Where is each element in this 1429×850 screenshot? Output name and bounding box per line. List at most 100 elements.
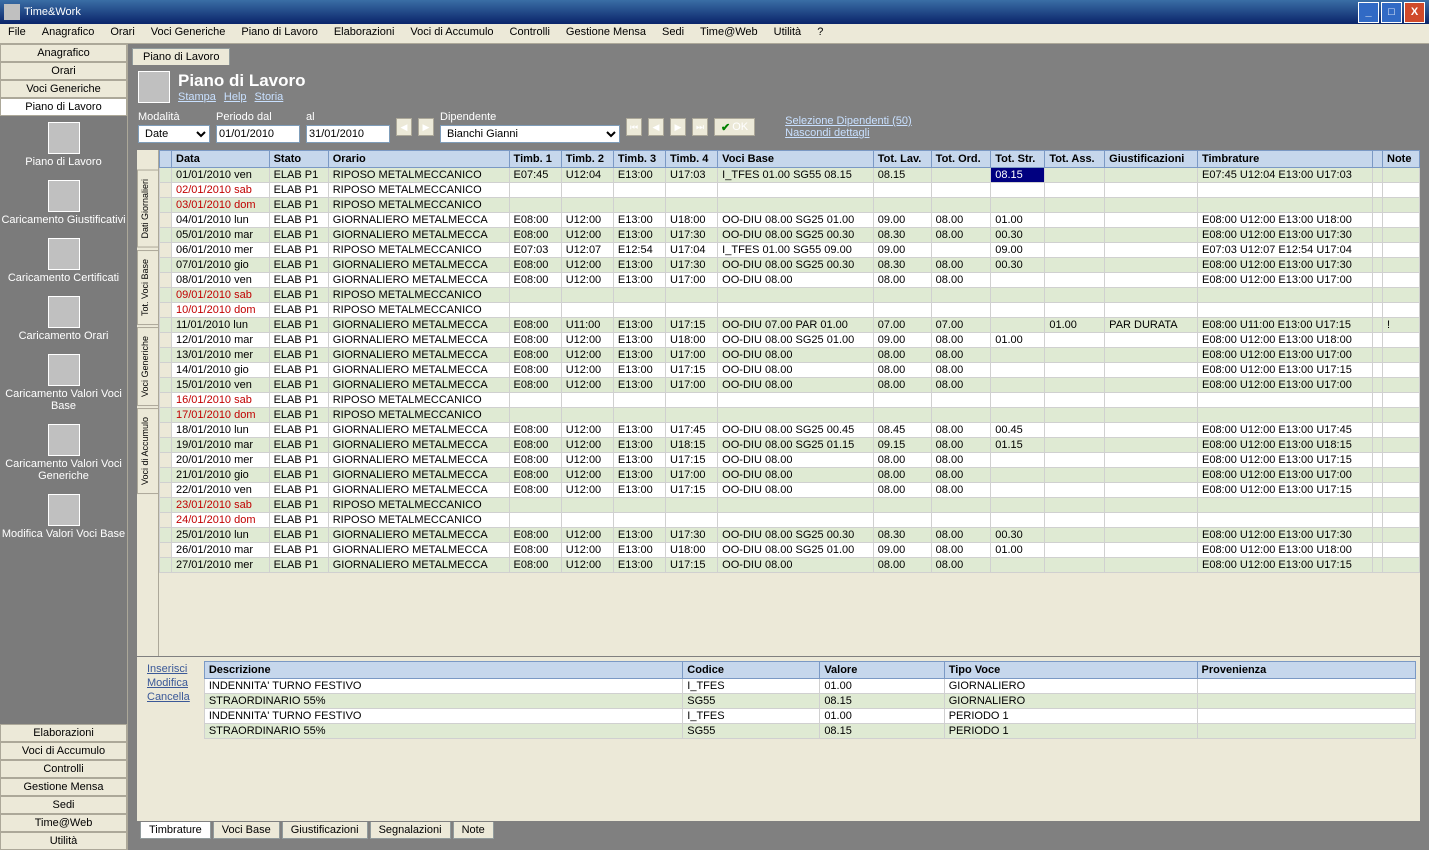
periodo-al-input[interactable] <box>306 125 390 143</box>
cell[interactable] <box>1197 303 1372 318</box>
cell[interactable] <box>718 393 874 408</box>
cell[interactable]: E08:00 <box>509 423 561 438</box>
cell[interactable] <box>1373 453 1383 468</box>
side-tab-tot-voci-base[interactable]: Tot. Voci Base <box>137 250 158 325</box>
cell[interactable]: 08.30 <box>873 258 931 273</box>
cell[interactable]: 01.00 <box>991 543 1045 558</box>
cell[interactable]: E08:00 U12:00 E13:00 U18:00 <box>1197 543 1372 558</box>
table-row[interactable]: 04/01/2010 lunELAB P1GIORNALIERO METALME… <box>160 213 1420 228</box>
cell[interactable]: 01.00 <box>1045 318 1105 333</box>
detail-cell[interactable]: 01.00 <box>820 679 944 694</box>
cell[interactable] <box>1045 183 1105 198</box>
cell[interactable]: PAR DURATA <box>1105 318 1198 333</box>
table-row[interactable]: 08/01/2010 venELAB P1GIORNALIERO METALME… <box>160 273 1420 288</box>
cell[interactable] <box>160 543 172 558</box>
cell[interactable]: 07.00 <box>873 318 931 333</box>
sidebar-item-controlli[interactable]: Controlli <box>0 760 127 778</box>
cell[interactable] <box>613 198 665 213</box>
cell[interactable]: 00.30 <box>991 228 1045 243</box>
col-header[interactable]: Data <box>172 151 270 168</box>
cell[interactable] <box>718 303 874 318</box>
cell[interactable]: E13:00 <box>613 363 665 378</box>
cell[interactable] <box>1383 438 1420 453</box>
cell[interactable] <box>1105 243 1198 258</box>
menu-voci-di-accumulo[interactable]: Voci di Accumulo <box>402 24 501 43</box>
cell[interactable]: 05/01/2010 mar <box>172 228 270 243</box>
cell[interactable] <box>991 468 1045 483</box>
side-tab-dati-giornalieri[interactable]: Dati Giornalieri <box>137 170 158 248</box>
cell[interactable] <box>613 303 665 318</box>
detail-row[interactable]: INDENNITA' TURNO FESTIVOI_TFES01.00GIORN… <box>204 679 1415 694</box>
col-header[interactable]: Timb. 1 <box>509 151 561 168</box>
cell[interactable] <box>1197 288 1372 303</box>
cell[interactable]: 08.45 <box>873 423 931 438</box>
menu-anagrafico[interactable]: Anagrafico <box>34 24 103 43</box>
menu-gestione-mensa[interactable]: Gestione Mensa <box>558 24 654 43</box>
cell[interactable]: RIPOSO METALMECCANICO <box>328 198 509 213</box>
cell[interactable] <box>1383 228 1420 243</box>
sidebar-item-sedi[interactable]: Sedi <box>0 796 127 814</box>
sidebar-item-gestione-mensa[interactable]: Gestione Mensa <box>0 778 127 796</box>
cell[interactable] <box>160 393 172 408</box>
cell[interactable]: ELAB P1 <box>269 483 328 498</box>
menu-orari[interactable]: Orari <box>102 24 142 43</box>
cell[interactable]: 01.15 <box>991 438 1045 453</box>
cell[interactable]: U17:00 <box>666 378 718 393</box>
cell[interactable]: 14/01/2010 gio <box>172 363 270 378</box>
cell[interactable] <box>1383 393 1420 408</box>
table-row[interactable]: 20/01/2010 merELAB P1GIORNALIERO METALME… <box>160 453 1420 468</box>
cell[interactable] <box>160 258 172 273</box>
cell[interactable] <box>160 528 172 543</box>
cell[interactable]: U12:00 <box>561 438 613 453</box>
cell[interactable]: 08.15 <box>873 168 931 183</box>
cell[interactable]: ELAB P1 <box>269 273 328 288</box>
cell[interactable] <box>160 348 172 363</box>
cell[interactable] <box>1045 228 1105 243</box>
cell[interactable]: E13:00 <box>613 438 665 453</box>
cell[interactable] <box>1197 408 1372 423</box>
prev-employee-button[interactable]: ◀ <box>648 118 664 136</box>
cell[interactable] <box>1197 393 1372 408</box>
cell[interactable] <box>1373 273 1383 288</box>
cell[interactable] <box>613 288 665 303</box>
page-link-stampa[interactable]: Stampa <box>178 91 216 103</box>
detail-cell[interactable]: SG55 <box>683 694 820 709</box>
cell[interactable]: 26/01/2010 mar <box>172 543 270 558</box>
cell[interactable] <box>1105 363 1198 378</box>
cell[interactable]: OO-DIU 08.00 <box>718 558 874 573</box>
cell[interactable]: E08:00 <box>509 363 561 378</box>
cell[interactable] <box>509 498 561 513</box>
cell[interactable] <box>991 498 1045 513</box>
cell[interactable]: ELAB P1 <box>269 393 328 408</box>
detail-col-header[interactable]: Provenienza <box>1197 662 1416 679</box>
cell[interactable]: 23/01/2010 sab <box>172 498 270 513</box>
cell[interactable] <box>991 408 1045 423</box>
menu--[interactable]: ? <box>809 24 831 43</box>
cell[interactable] <box>1373 408 1383 423</box>
cell[interactable] <box>1383 513 1420 528</box>
cell[interactable] <box>1105 528 1198 543</box>
cell[interactable] <box>931 243 991 258</box>
cell[interactable] <box>160 558 172 573</box>
dipendente-select[interactable]: Bianchi Gianni <box>440 125 620 143</box>
cell[interactable]: GIORNALIERO METALMECCA <box>328 453 509 468</box>
cell[interactable]: E13:00 <box>613 228 665 243</box>
cell[interactable] <box>991 453 1045 468</box>
col-header[interactable]: Stato <box>269 151 328 168</box>
cell[interactable]: U17:45 <box>666 423 718 438</box>
cell[interactable]: E13:00 <box>613 213 665 228</box>
cell[interactable]: OO-DIU 08.00 SG25 00.30 <box>718 228 874 243</box>
menu-file[interactable]: File <box>0 24 34 43</box>
detail-tab-giustificazioni[interactable]: Giustificazioni <box>282 822 368 839</box>
cell[interactable] <box>991 393 1045 408</box>
cell[interactable]: E08:00 U12:00 E13:00 U17:15 <box>1197 363 1372 378</box>
cell[interactable]: I_TFES 01.00 SG55 08.15 <box>718 168 874 183</box>
sidebar-item-piano-di-lavoro[interactable]: Piano di Lavoro <box>0 98 127 116</box>
cell[interactable] <box>991 273 1045 288</box>
cell[interactable]: E08:00 U12:00 E13:00 U17:30 <box>1197 258 1372 273</box>
cell[interactable]: 18/01/2010 lun <box>172 423 270 438</box>
sidebar-icon-caricamento-valori-voci-base[interactable]: Caricamento Valori Voci Base <box>0 354 127 412</box>
cell[interactable]: 01.00 <box>991 213 1045 228</box>
cell[interactable]: U18:00 <box>666 333 718 348</box>
cell[interactable] <box>1045 543 1105 558</box>
